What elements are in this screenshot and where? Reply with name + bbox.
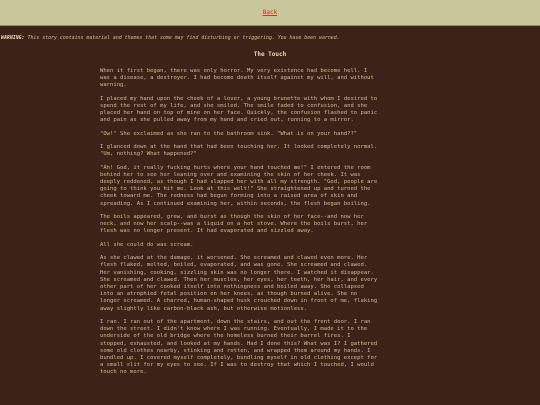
story-paragraph: "Ah! God, it really fucking hurts where … bbox=[100, 164, 378, 207]
warning-text: This story contains material and themes … bbox=[24, 35, 340, 41]
story-paragraph: I ran. I ran out of the apartment, down … bbox=[100, 319, 378, 376]
story-paragraph: All she could do was scream. bbox=[100, 241, 194, 248]
back-link[interactable]: Back bbox=[263, 9, 277, 16]
story-paragraph: When it first began, there was only horr… bbox=[100, 67, 374, 89]
warning-label: WARNING: bbox=[1, 35, 25, 41]
top-nav-bar: Back bbox=[0, 0, 540, 26]
story-title: The Touch bbox=[253, 50, 287, 58]
story-paragraph: I placed my hand upon the cheek of a lov… bbox=[100, 95, 378, 124]
story-paragraph: I glanced down at the hand that had been… bbox=[100, 144, 378, 158]
story-paragraph: As she clawed at the damage, it worsened… bbox=[100, 255, 378, 312]
story-body: When it first began, there was only horr… bbox=[100, 68, 440, 377]
story-paragraph: "Ow!" She exclaimed as she ran to the ba… bbox=[100, 130, 358, 137]
content-warning: WARNING: This story contains material an… bbox=[0, 35, 540, 42]
story-paragraph: The boils appeared, grew, and burst as t… bbox=[100, 214, 368, 235]
